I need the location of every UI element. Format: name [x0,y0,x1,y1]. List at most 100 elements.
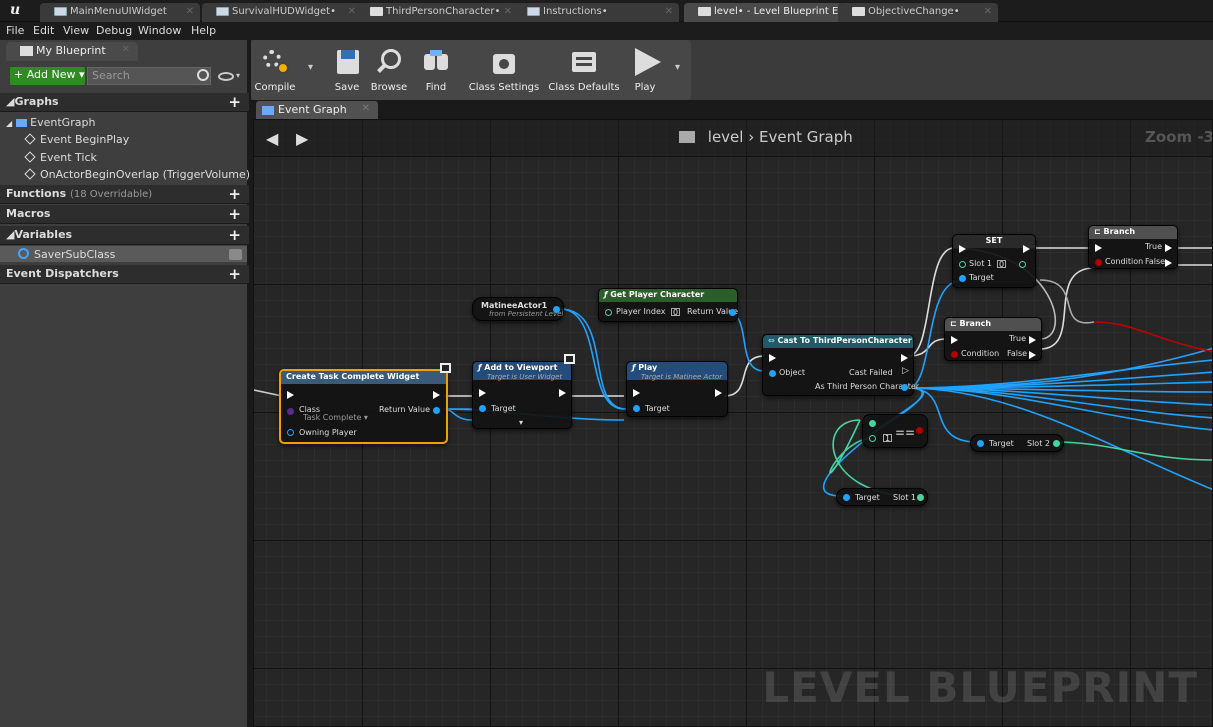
node-add-to-viewport[interactable]: ƒ Add to Viewport Target is User Widget … [472,361,572,429]
condition-pin[interactable] [951,351,958,358]
false-pin[interactable] [1029,351,1036,359]
play-options-dropdown[interactable]: ▾ [675,62,680,73]
b-pin[interactable] [869,435,876,442]
node-set-slot1[interactable]: SET Slot 1 0 Target [952,234,1036,288]
slot1-out-pin[interactable] [1019,261,1026,268]
exec-in-pin[interactable] [959,245,966,253]
close-icon[interactable]: ✕ [665,6,673,17]
add-function-button[interactable]: + [228,185,241,203]
as-third-person-pin[interactable] [901,384,908,391]
exec-out-pin[interactable] [715,389,722,397]
browse-button[interactable]: Browse [367,46,411,93]
player-index-pin[interactable] [605,309,612,316]
node-get-slot2[interactable]: Target Slot 2 [970,434,1064,452]
search-input[interactable]: Search [87,67,211,85]
breadcrumb-leaf[interactable]: Event Graph [759,128,853,146]
menu-view[interactable]: View [63,24,89,37]
menu-file[interactable]: File [6,24,24,37]
doc-tab-objectivechange[interactable]: ObjectiveChange• ✕ [838,3,998,22]
slot1-input[interactable]: 0 [997,260,1006,269]
tree-eventgraph[interactable]: ◢ EventGraph [6,116,95,129]
node-get-slot1[interactable]: Target Slot 1 [836,488,928,506]
exec-in-pin[interactable] [1095,244,1102,252]
exec-in-pin[interactable] [633,389,640,397]
actor-out-pin[interactable] [553,306,560,313]
player-index-input[interactable]: 0 [671,308,680,317]
target-pin[interactable] [843,494,850,501]
menu-help[interactable]: Help [191,24,216,37]
add-macro-button[interactable]: + [228,205,241,223]
exec-in-pin[interactable] [769,354,776,362]
menu-window[interactable]: Window [138,24,181,37]
a-pin[interactable] [869,420,876,427]
target-pin[interactable] [479,405,486,412]
breadcrumb-root[interactable]: level [708,128,744,146]
exec-out-pin[interactable] [901,354,908,362]
condition-pin[interactable] [1095,259,1102,266]
doc-tab-mainmenuuiwidget[interactable]: MainMenuUIWidget ✕ [40,3,200,22]
forward-arrow-icon[interactable]: ▶ [296,129,308,148]
menu-debug[interactable]: Debug [96,24,132,37]
section-macros[interactable]: Macros + [0,205,249,224]
doc-tab-survivalhudwidget[interactable]: SurvivalHUDWidget• ✕ [202,3,362,22]
target-pin[interactable] [977,440,984,447]
variable-name[interactable]: SaverSubClass [34,248,115,261]
back-arrow-icon[interactable]: ◀ [266,129,278,148]
b-value-input[interactable]: 1 [883,434,892,443]
exec-in-pin[interactable] [951,336,958,344]
exec-in-pin[interactable] [287,391,294,399]
event-graph-tab[interactable]: Event Graph ✕ [256,101,378,119]
true-pin[interactable] [1029,336,1036,344]
search-icon[interactable] [197,69,209,81]
tree-event-beginplay[interactable]: Event BeginPlay [24,133,129,146]
unreal-logo-icon[interactable]: u [10,2,20,18]
eye-icon[interactable] [218,72,234,81]
slot1-in-pin[interactable] [959,261,966,268]
add-graph-button[interactable]: + [228,93,241,111]
node-equal-integer[interactable]: 1 == [862,414,928,448]
close-icon[interactable]: ✕ [348,6,356,17]
class-settings-button[interactable]: Class Settings [464,46,544,93]
my-blueprint-tab[interactable]: My Blueprint ✕ [6,42,138,61]
section-variables[interactable]: ◢Variables + [0,226,249,245]
return-value-pin[interactable] [729,309,736,316]
owning-player-pin[interactable] [287,429,294,436]
compile-button[interactable]: Compile [253,46,297,93]
target-pin[interactable] [633,405,640,412]
slot1-out-pin[interactable] [917,494,924,501]
slot2-out-pin[interactable] [1053,440,1060,447]
close-icon[interactable]: ✕ [186,6,194,17]
node-cast-to-third-person[interactable]: ⇔ Cast To ThirdPersonCharacter Object Ca… [762,334,919,396]
variable-visibility-icon[interactable] [229,249,242,260]
find-button[interactable]: Find [414,46,458,93]
save-button[interactable]: Save [325,46,369,93]
chevron-down-icon[interactable]: ▾ [519,418,523,427]
class-defaults-button[interactable]: Class Defaults [543,46,625,93]
close-icon[interactable]: ✕ [504,6,512,17]
event-graph-canvas[interactable]: ◀ ▶ level › Event Graph Zoom -3 Create T… [253,119,1213,727]
tree-onactorbeginoverlap[interactable]: OnActorBeginOverlap (TriggerVolume) [24,168,250,181]
exec-out-pin[interactable] [1023,245,1030,253]
node-play[interactable]: ƒ Play Target is Matinee Actor Target [626,361,728,417]
exec-out-pin[interactable] [433,391,440,399]
tree-event-tick[interactable]: Event Tick [24,151,97,164]
true-pin[interactable] [1165,244,1172,252]
exec-out-pin[interactable] [559,389,566,397]
exec-in-pin[interactable] [479,389,486,397]
cast-failed-pin[interactable]: ▷ [902,366,909,376]
false-pin[interactable] [1165,259,1172,267]
add-dispatcher-button[interactable]: + [228,265,241,283]
play-button[interactable]: Play [623,46,667,93]
object-pin[interactable] [769,370,776,377]
section-graphs[interactable]: ◢Graphs + [0,93,249,112]
add-variable-button[interactable]: + [228,226,241,244]
section-event-dispatchers[interactable]: Event Dispatchers + [0,265,249,284]
menu-edit[interactable]: Edit [33,24,54,37]
section-functions[interactable]: Functions (18 Overridable) + [0,185,249,204]
compile-options-dropdown[interactable]: ▾ [308,62,313,73]
doc-tab-instructions[interactable]: Instructions• ✕ [513,3,679,22]
class-value-dropdown[interactable]: Task Complete ▾ [303,413,368,422]
result-pin[interactable] [916,427,923,434]
close-icon[interactable]: ✕ [984,6,992,17]
doc-tab-level-blueprint[interactable]: level• - Level Blueprint Edi [684,3,842,22]
